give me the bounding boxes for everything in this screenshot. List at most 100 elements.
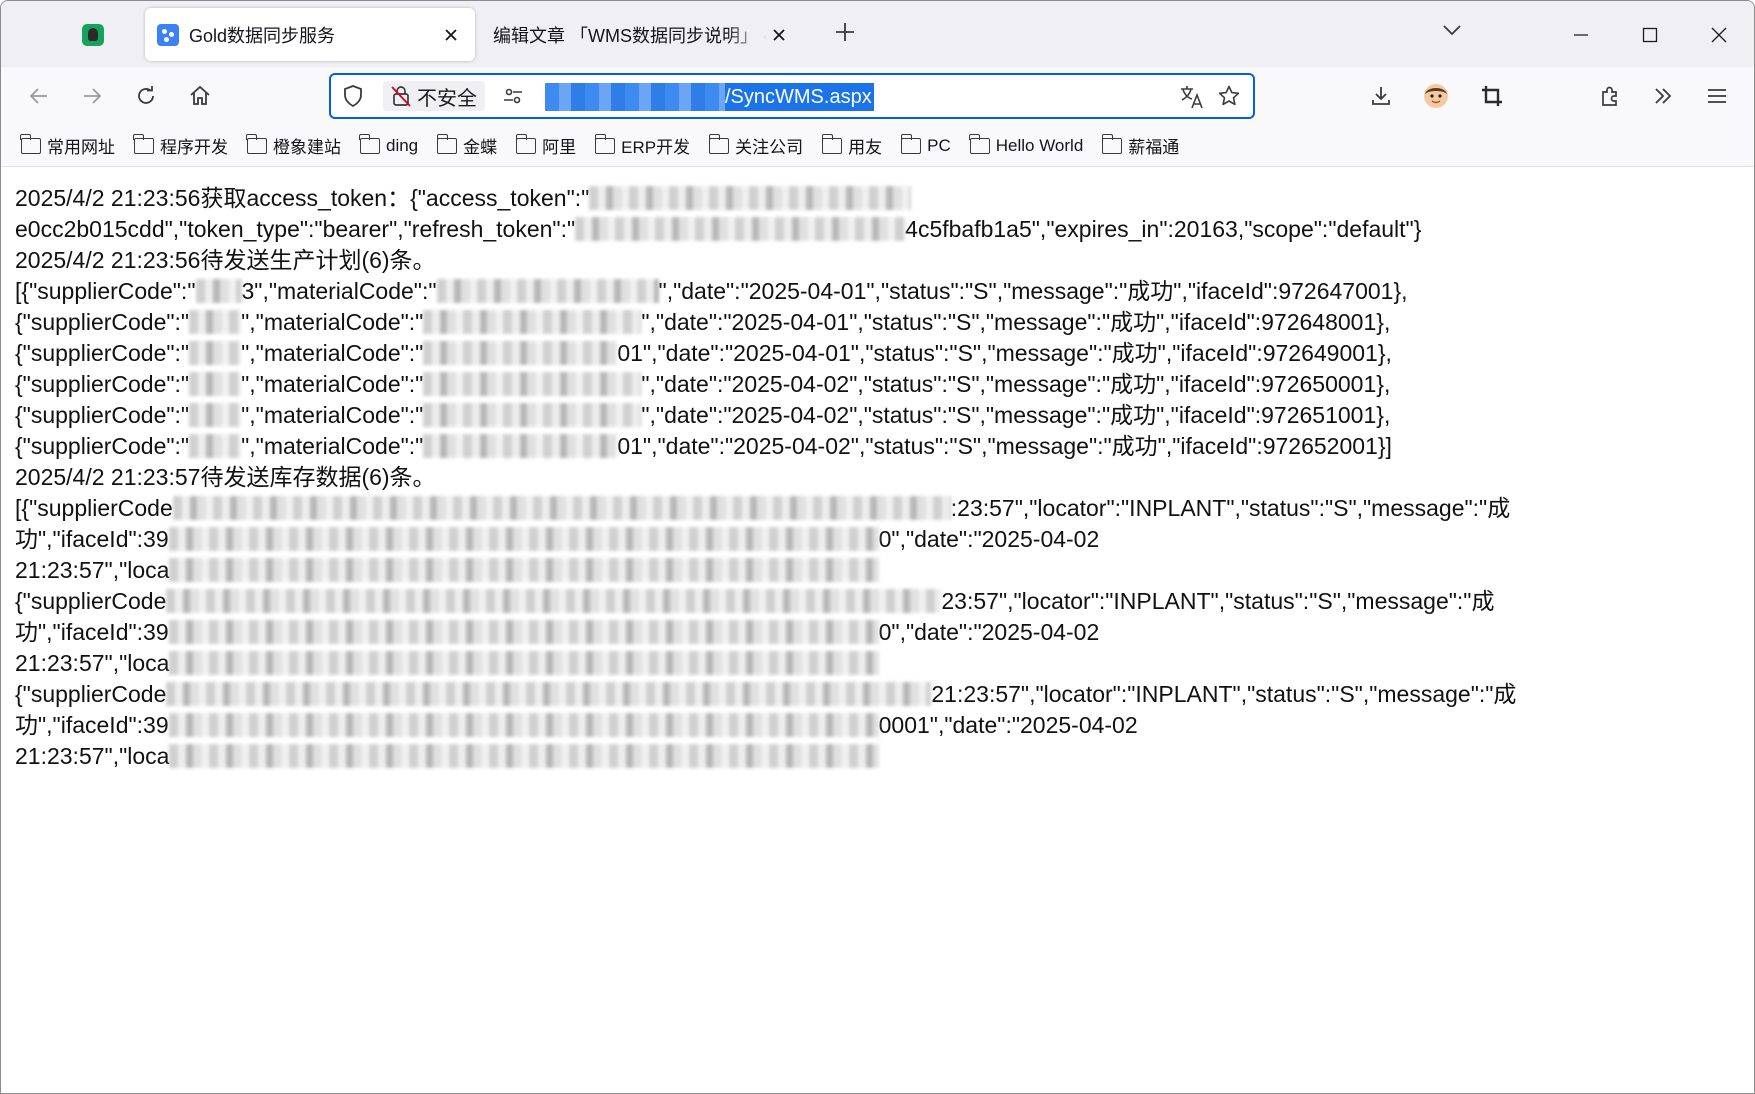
translate-icon[interactable]: [1179, 84, 1205, 115]
bookmark-folder[interactable]: Hello World: [969, 133, 1084, 156]
redacted-text: [189, 434, 242, 458]
url-path: /SyncWMS.aspx: [725, 86, 872, 108]
bookmarks-toolbar: 常用网址 程序开发 橙象建站 ding 金蝶 阿里 ERP开发 关注公司 用友 …: [1, 125, 1754, 167]
folder-icon: [969, 133, 990, 154]
close-icon[interactable]: [767, 23, 791, 47]
address-bar[interactable]: 不安全 /SyncWMS.aspx: [329, 73, 1255, 119]
menu-icon[interactable]: [1699, 78, 1735, 114]
redacted-text: [589, 186, 912, 210]
bookmark-folder[interactable]: ERP开发: [594, 133, 691, 158]
log-line: 21:23:57","loca: [15, 741, 1605, 772]
redacted-text: [195, 279, 242, 303]
bookmark-folder[interactable]: 阿里: [515, 133, 577, 158]
tab-edit-article[interactable]: 编辑文章 「WMS数据同步说明」 ‹ s: [481, 8, 803, 61]
url-text[interactable]: /SyncWMS.aspx: [545, 83, 874, 111]
redacted-text: [169, 558, 880, 582]
maximize-icon[interactable]: [1630, 15, 1670, 55]
log-line: {"supplierCode":" ","materialCode":" 01","…: [15, 433, 1392, 459]
profile-avatar-icon[interactable]: [1418, 78, 1454, 114]
bookmark-folder[interactable]: 橙象建站: [246, 133, 341, 158]
minimize-icon[interactable]: [1561, 15, 1601, 55]
shield-icon[interactable]: [341, 84, 365, 113]
redacted-text: [189, 310, 242, 334]
tab-gold-sync[interactable]: Gold数据同步服务: [145, 8, 475, 61]
redacted-text: [575, 217, 906, 241]
bookmark-label: ERP开发: [621, 138, 691, 157]
redacted-host: [545, 83, 725, 111]
folder-icon: [1101, 133, 1123, 154]
folder-icon: [359, 133, 380, 154]
log-line: {"supplierCode":" ","materialCode":" 01","…: [15, 340, 1392, 366]
redacted-text: [168, 527, 879, 551]
log-line: {"supplierCode":" ","materialCode":" ","da…: [15, 402, 1391, 428]
folder-icon: [20, 133, 41, 154]
bookmark-folder[interactable]: 关注公司: [708, 133, 804, 158]
redacted-text: [172, 496, 951, 520]
redacted-text: [166, 589, 942, 613]
overflow-chevron-icon[interactable]: [1645, 78, 1681, 114]
bookmark-label: 薪福通: [1128, 138, 1180, 157]
log-line: 2025/4/2 21:23:56待发送生产计划(6)条。: [15, 247, 436, 273]
log-line: {"supplierCode":" ","materialCode":" ","da…: [15, 309, 1391, 335]
page-content: 2025/4/2 21:23:56获取access_token：{"access…: [1, 168, 1754, 1093]
log-line: {"supplierCode 23:57","locator":"INPLANT"…: [15, 588, 1495, 614]
tab-title: Gold数据同步服务: [189, 25, 336, 46]
folder-icon: [594, 133, 616, 154]
tab-title: 编辑文章 「WMS数据同步说明」 ‹ s: [493, 25, 767, 46]
folder-icon: [133, 133, 154, 154]
insecure-lock-icon: [391, 86, 411, 107]
log-line: {"supplierCode 21:23:57","locator":"INPLA…: [15, 681, 1517, 707]
bookmark-folder[interactable]: PC: [900, 133, 951, 156]
screenshot-crop-icon[interactable]: [1474, 78, 1510, 114]
bookmark-label: 程序开发: [160, 138, 228, 157]
log-line: {"supplierCode":" ","materialCode":" ","da…: [15, 371, 1391, 397]
redacted-text: [423, 403, 642, 427]
redacted-text: [423, 372, 642, 396]
bookmark-label: PC: [927, 135, 951, 155]
folder-icon: [515, 133, 537, 154]
bookmark-folder[interactable]: ding: [359, 133, 419, 156]
log-line: 2025/4/2 21:23:56获取access_token：{"access…: [15, 183, 1605, 214]
log-line: 功","ifaceId":39 0","date":"2025-04-02: [15, 619, 1100, 645]
forward-icon[interactable]: [74, 78, 110, 114]
permissions-icon[interactable]: [501, 84, 525, 113]
redacted-text: [423, 434, 618, 458]
bookmark-folder[interactable]: 用友: [821, 133, 883, 158]
folder-icon: [246, 133, 267, 154]
close-icon[interactable]: [439, 23, 463, 47]
back-icon[interactable]: [21, 78, 57, 114]
log-line: [{"supplierCode":" 3","materialCode":" ","…: [15, 278, 1408, 304]
bookmark-label: 关注公司: [735, 138, 804, 157]
redacted-text: [168, 620, 879, 644]
sync-log: 2025/4/2 21:23:56获取access_token：{"access…: [15, 183, 1605, 772]
bookmark-label: ding: [386, 135, 419, 155]
bookmark-folder[interactable]: 常用网址: [20, 133, 115, 158]
reload-icon[interactable]: [128, 78, 164, 114]
bookmark-label: 用友: [848, 138, 883, 157]
extensions-icon[interactable]: [1592, 78, 1628, 114]
pinned-tab[interactable]: [73, 18, 113, 52]
log-line: 2025/4/2 21:23:57待发送库存数据(6)条。: [15, 464, 436, 490]
new-tab-button[interactable]: [829, 19, 861, 51]
security-label: 不安全: [417, 87, 477, 110]
redacted-text: [169, 744, 880, 768]
chevron-down-icon[interactable]: [1441, 19, 1471, 49]
download-icon[interactable]: [1363, 78, 1399, 114]
bookmark-folder[interactable]: 金蝶: [436, 133, 497, 158]
log-line: 21:23:57","loca: [15, 555, 1605, 586]
bookmark-label: 阿里: [542, 138, 577, 157]
log-line: 21:23:57","loca: [15, 648, 1605, 679]
folder-icon: [436, 133, 458, 154]
bookmark-label: Hello World: [995, 135, 1084, 155]
bookmark-folder[interactable]: 程序开发: [133, 133, 228, 158]
home-icon[interactable]: [182, 78, 218, 114]
navigation-toolbar: 不安全 /SyncWMS.aspx: [1, 67, 1754, 125]
folder-icon: [708, 133, 730, 154]
bookmark-folder[interactable]: 薪福通: [1101, 133, 1180, 158]
redacted-text: [423, 310, 642, 334]
redacted-text: [423, 341, 618, 365]
folder-icon: [821, 133, 843, 154]
bookmark-star-icon[interactable]: [1217, 84, 1241, 113]
close-icon[interactable]: [1699, 15, 1739, 55]
security-indicator[interactable]: 不安全: [383, 81, 485, 111]
